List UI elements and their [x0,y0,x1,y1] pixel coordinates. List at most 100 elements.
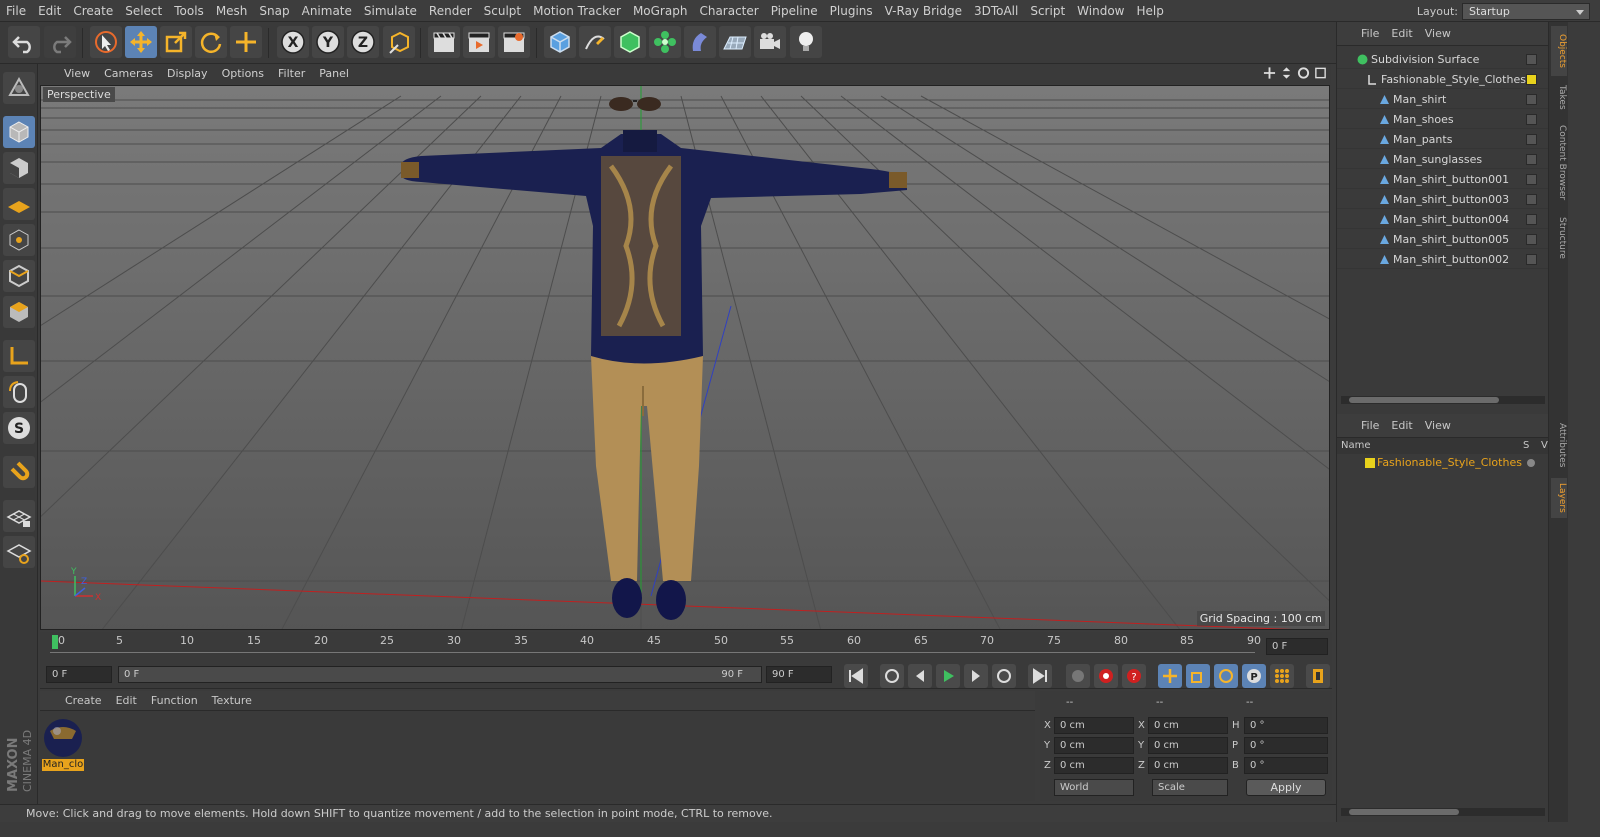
menu-create[interactable]: Create [67,0,119,22]
object-row-man-shirt[interactable]: Man_shirt [1337,90,1549,109]
tab-structure[interactable]: Structure [1551,212,1567,264]
end-frame-field[interactable]: 90 F [766,666,832,683]
record-button[interactable] [1094,664,1118,688]
key-scale-button[interactable] [1186,664,1210,688]
object-row-man-sunglasses[interactable]: Man_sunglasses [1337,150,1549,169]
tab-content-browser[interactable]: Content Browser [1551,120,1567,206]
menu-script[interactable]: Script [1024,0,1071,22]
tab-attributes[interactable]: Attributes [1551,418,1567,472]
x-axis-lock-button[interactable]: X [277,26,309,58]
menu-simulate[interactable]: Simulate [358,0,423,22]
lm-menu-view[interactable]: View [1419,414,1457,438]
material-thumbnail[interactable]: Man_clo [42,717,84,771]
live-selection-button[interactable] [90,26,122,58]
move-tool-button[interactable] [125,26,157,58]
menu-file[interactable]: File [0,0,32,22]
undo-button[interactable] [8,26,40,58]
model-mode-button[interactable] [3,116,35,148]
vp-menu-options[interactable]: Options [215,64,271,84]
object-manager-scrollbar[interactable] [1341,396,1545,404]
zoom-icon[interactable] [1280,66,1293,80]
object-row-subdivision[interactable]: Subdivision Surface [1337,50,1549,69]
rotation-p-field[interactable]: 0 ° [1244,737,1328,754]
size-mode-select[interactable]: Scale [1152,779,1228,796]
play-button[interactable] [936,664,960,688]
vp-menu-panel[interactable]: Panel [312,64,356,84]
frame-range-slider[interactable]: 0 F 90 F [118,666,762,683]
go-to-end-button[interactable] [1028,664,1052,688]
next-key-button[interactable] [992,664,1016,688]
camera-button[interactable] [754,26,786,58]
key-pla-button[interactable] [1270,664,1294,688]
previous-key-button[interactable] [880,664,904,688]
rotation-h-field[interactable]: 0 ° [1244,717,1328,734]
z-axis-lock-button[interactable]: Z [347,26,379,58]
render-view-button[interactable] [428,26,460,58]
edges-mode-button[interactable] [3,260,35,292]
menu-help[interactable]: Help [1130,0,1169,22]
texture-mode-button[interactable] [3,152,35,184]
menu-edit[interactable]: Edit [32,0,67,22]
timeline-ruler[interactable]: 0 5 10 15 20 25 30 35 40 45 50 55 60 65 … [40,632,1332,662]
tweak-mode-button[interactable] [3,376,35,408]
coord-system-select[interactable]: World [1054,779,1134,796]
orbit-icon[interactable] [1297,66,1310,80]
position-y-field[interactable]: 0 cm [1054,737,1134,754]
cube-object-button[interactable] [544,26,576,58]
menu-render[interactable]: Render [423,0,478,22]
object-row-button004[interactable]: Man_shirt_button004 [1337,210,1549,229]
maximize-view-icon[interactable] [1314,66,1327,80]
make-editable-button[interactable] [3,72,35,104]
layer-manager-scrollbar[interactable] [1341,808,1545,816]
go-to-start-button[interactable] [844,664,868,688]
om-menu-view[interactable]: View [1419,22,1457,46]
mat-menu-create[interactable]: Create [58,691,109,711]
current-frame-field[interactable]: 0 F [1266,638,1328,655]
subdivision-surface-button[interactable] [614,26,646,58]
key-parameter-button[interactable]: P [1242,664,1266,688]
menu-character[interactable]: Character [693,0,764,22]
render-picture-viewer-button[interactable] [463,26,495,58]
pen-spline-button[interactable] [579,26,611,58]
magnet-button[interactable] [3,456,35,488]
layer-row[interactable]: Fashionable_Style_Clothes [1337,454,1549,472]
snap-button[interactable]: S [3,412,35,444]
menu-vray-bridge[interactable]: V-Ray Bridge [879,0,968,22]
object-row-button005[interactable]: Man_shirt_button005 [1337,230,1549,249]
menu-select[interactable]: Select [119,0,168,22]
menu-3dtoall[interactable]: 3DToAll [968,0,1024,22]
pan-icon[interactable] [1263,66,1276,80]
menu-motion-tracker[interactable]: Motion Tracker [527,0,627,22]
object-row-button002[interactable]: Man_shirt_button002 [1337,250,1549,269]
menu-pipeline[interactable]: Pipeline [765,0,824,22]
object-row-button003[interactable]: Man_shirt_button003 [1337,190,1549,209]
size-x-field[interactable]: 0 cm [1148,717,1228,734]
render-settings-button[interactable] [498,26,530,58]
size-y-field[interactable]: 0 cm [1148,737,1228,754]
layer-solo-dot[interactable] [1527,459,1535,467]
start-frame-field[interactable]: 0 F [46,666,112,683]
vp-menu-view[interactable]: View [57,64,97,84]
size-z-field[interactable]: 0 cm [1148,757,1228,774]
previous-frame-button[interactable] [908,664,932,688]
redo-button[interactable] [44,26,76,58]
vp-menu-cameras[interactable]: Cameras [97,64,160,84]
floor-button[interactable] [719,26,751,58]
perspective-viewport[interactable]: Y X Z Perspective Grid Spacing : 100 cm [40,85,1330,630]
object-row-man-shoes[interactable]: Man_shoes [1337,110,1549,129]
tab-objects[interactable]: Objects [1551,26,1567,76]
next-frame-button[interactable] [964,664,988,688]
om-menu-file[interactable]: File [1355,22,1385,46]
layout-select[interactable]: Startup [1462,2,1590,20]
tab-layers[interactable]: Layers [1551,478,1567,518]
menu-mesh[interactable]: Mesh [210,0,254,22]
axis-mode-button[interactable] [3,340,35,372]
coordinate-system-button[interactable] [383,26,415,58]
vp-menu-display[interactable]: Display [160,64,215,84]
points-mode-button[interactable] [3,224,35,256]
object-row-clothes-null[interactable]: Fashionable_Style_Clothes [1337,70,1549,89]
object-row-man-pants[interactable]: Man_pants [1337,130,1549,149]
object-row-button001[interactable]: Man_shirt_button001 [1337,170,1549,189]
autokey-button[interactable]: ? [1122,664,1146,688]
position-x-field[interactable]: 0 cm [1054,717,1134,734]
